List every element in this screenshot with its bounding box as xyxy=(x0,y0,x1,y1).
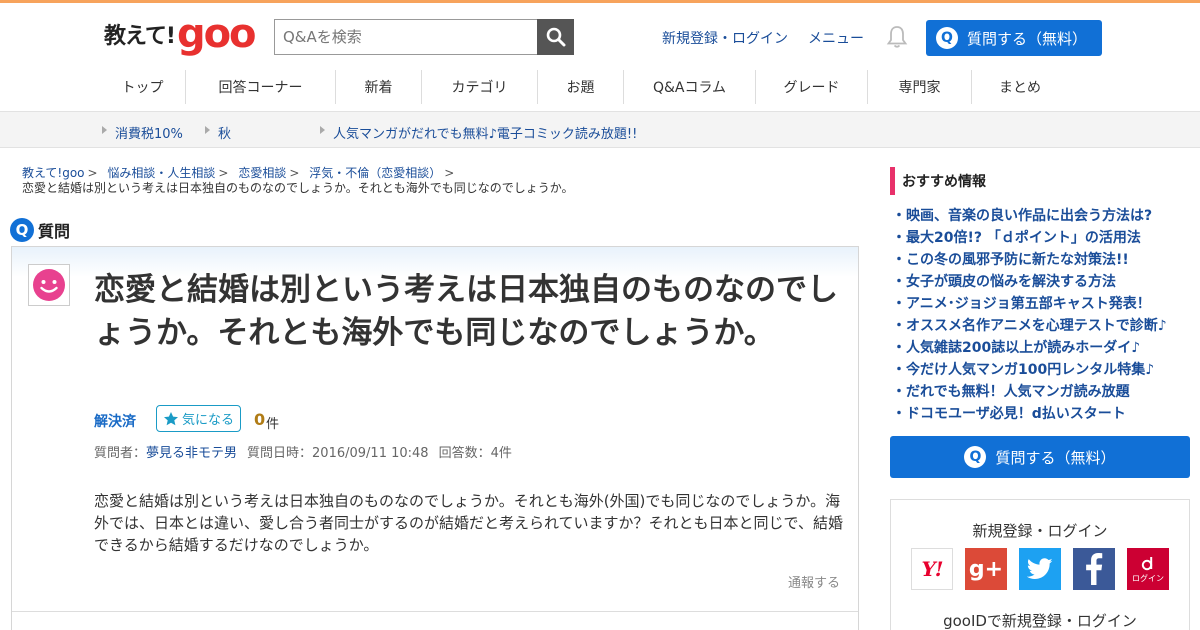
nav-item[interactable]: お題 xyxy=(538,70,624,104)
docomo-login-button[interactable]: ログイン xyxy=(1127,548,1169,590)
kininaru-button[interactable]: 気になる xyxy=(156,405,241,432)
kininaru-count-unit: 件 xyxy=(266,417,280,432)
question-label: 質問 xyxy=(38,222,71,241)
recommend-title: おすすめ情報 xyxy=(890,167,986,195)
facebook-login-button[interactable] xyxy=(1073,548,1115,590)
answer-count: 回答数：4件 xyxy=(438,446,512,461)
recommend-item[interactable]: 今だけ人気マンガ100円レンタル特集♪ xyxy=(892,359,1167,381)
report-link[interactable]: 通報する xyxy=(788,572,840,591)
smiley-icon xyxy=(33,269,65,301)
google-icon: g+ xyxy=(968,556,1004,582)
question-card: 恋愛と結婚は別という考えは日本独自のものなのでしょうか。それとも海外でも同じなの… xyxy=(11,246,859,630)
top-accent-line xyxy=(0,0,1200,3)
ask-button-label: 質問する（無料） xyxy=(967,29,1088,48)
search-bar xyxy=(274,19,574,55)
topic-link-manga[interactable]: 人気マンガがだれでも無料♪電子コミック読み放題!! xyxy=(333,123,637,142)
arrow-icon xyxy=(205,126,210,134)
menu-link[interactable]: メニュー xyxy=(808,28,864,48)
sidebar-ask-button[interactable]: Q 質問する（無料） xyxy=(890,436,1190,478)
nav-item[interactable]: カテゴリ xyxy=(422,70,538,104)
breadcrumb-current: 恋愛と結婚は別という考えは日本独自のものなのでしょうか。それとも海外でも同じなの… xyxy=(22,181,574,195)
twitter-login-button[interactable] xyxy=(1019,548,1061,590)
q-icon: Q xyxy=(936,27,958,49)
question-title: 恋愛と結婚は別という考えは日本独自のものなのでしょうか。それとも海外でも同じなの… xyxy=(94,272,838,351)
arrow-icon xyxy=(102,126,107,134)
recommend-item[interactable]: 最大20倍!? 「ｄポイント」の活用法 xyxy=(892,227,1167,249)
status-badge: 解決済 xyxy=(94,414,136,430)
google-login-button[interactable]: g+ xyxy=(965,548,1007,590)
breadcrumb-link[interactable]: 恋愛相談 xyxy=(238,166,286,180)
search-icon xyxy=(546,27,566,47)
recommend-item[interactable]: この冬の風邪予防に新たな対策法!! xyxy=(892,249,1167,271)
main-nav: トップ 回答コーナー 新着 カテゴリ お題 Q&Aコラム グレード 専門家 まとめ xyxy=(100,70,1068,104)
star-icon xyxy=(164,411,178,425)
recommend-item[interactable]: 女子が頭皮の悩みを解決する方法 xyxy=(892,271,1167,293)
logo-goo: goo xyxy=(176,11,257,57)
nav-item[interactable]: グレード xyxy=(756,70,868,104)
recommend-item[interactable]: だれでも無料！人気マンガ読み放題 xyxy=(892,381,1167,403)
question-body: 恋愛と結婚は別という考えは日本独自のものなのでしょうか。それとも海外(外国)でも… xyxy=(94,492,843,554)
recommend-item[interactable]: ドコモユーザ必見！d払いスタート xyxy=(892,403,1167,425)
asker-link[interactable]: 夢見る非モテ男 xyxy=(146,446,237,461)
register-login-link[interactable]: 新規登録・ログイン xyxy=(662,28,788,48)
kininaru-count: 0 xyxy=(254,410,266,429)
recommend-item[interactable]: オススメ名作アニメを心理テストで診断♪ xyxy=(892,315,1167,337)
yahoo-login-button[interactable]: Y! xyxy=(911,548,953,590)
topic-bar: 消費税10% 秋 人気マンガがだれでも無料♪電子コミック読み放題!! xyxy=(0,111,1200,148)
site-logo[interactable]: 教えて! goo xyxy=(104,11,257,57)
arrow-icon xyxy=(320,126,325,134)
breadcrumb-link[interactable]: 教えて!goo xyxy=(22,166,85,180)
sidebar-ask-label: 質問する（無料） xyxy=(995,448,1116,467)
yahoo-icon: Y! xyxy=(921,557,943,581)
topic-link-autumn[interactable]: 秋 xyxy=(218,123,231,142)
breadcrumb-link[interactable]: 浮気・不倫（恋愛相談） xyxy=(309,166,441,180)
breadcrumb-link[interactable]: 悩み相談・人生相談 xyxy=(107,166,215,180)
facebook-icon xyxy=(1086,553,1103,585)
avatar[interactable] xyxy=(28,264,70,306)
search-button[interactable] xyxy=(537,19,574,55)
goo-login-link[interactable]: gooIDで新規登録・ログイン xyxy=(891,610,1189,630)
recommend-list: 映画、音楽の良い作品に出会う方法は?最大20倍!? 「ｄポイント」の活用法この冬… xyxy=(892,205,1167,425)
kininaru-label: 気になる xyxy=(182,413,235,428)
nav-item[interactable]: トップ xyxy=(100,70,186,104)
nav-item[interactable]: 専門家 xyxy=(868,70,972,104)
twitter-icon xyxy=(1027,558,1053,579)
search-input[interactable] xyxy=(274,19,538,55)
q-icon: Q xyxy=(10,218,34,242)
q-icon: Q xyxy=(964,446,987,468)
question-meta: 質問者：夢見る非モテ男 質問日時：2016/09/11 10:48 回答数：4件 xyxy=(94,446,512,461)
topic-link-tax[interactable]: 消費税10% xyxy=(115,123,183,142)
recommend-item[interactable]: 映画、音楽の良い作品に出会う方法は? xyxy=(892,205,1167,227)
nav-item[interactable]: まとめ xyxy=(972,70,1068,104)
ask-question-button[interactable]: Q 質問する（無料） xyxy=(926,20,1102,56)
logo-kana: 教えて! xyxy=(104,24,176,49)
bell-icon[interactable] xyxy=(886,25,908,49)
nav-item[interactable]: Q&Aコラム xyxy=(624,70,756,104)
login-title: 新規登録・ログイン xyxy=(972,522,1108,540)
recommend-item[interactable]: アニメ･ジョジョ第五部キャスト発表！ xyxy=(892,293,1167,315)
recommend-item[interactable]: 人気雑誌200誌以上が読みホーダイ♪ xyxy=(892,337,1167,359)
nav-item[interactable]: 新着 xyxy=(336,70,422,104)
question-section-label: Q 質問 xyxy=(10,218,70,242)
nav-item[interactable]: 回答コーナー xyxy=(186,70,336,104)
docomo-d-icon xyxy=(1141,556,1153,570)
question-date: 質問日時：2016/09/11 10:48 xyxy=(247,446,429,461)
docomo-login-label: ログイン xyxy=(1132,573,1164,583)
login-box: 新規登録・ログイン Y! g+ ログイン gooIDで新規登録・ログイン xyxy=(890,499,1190,630)
